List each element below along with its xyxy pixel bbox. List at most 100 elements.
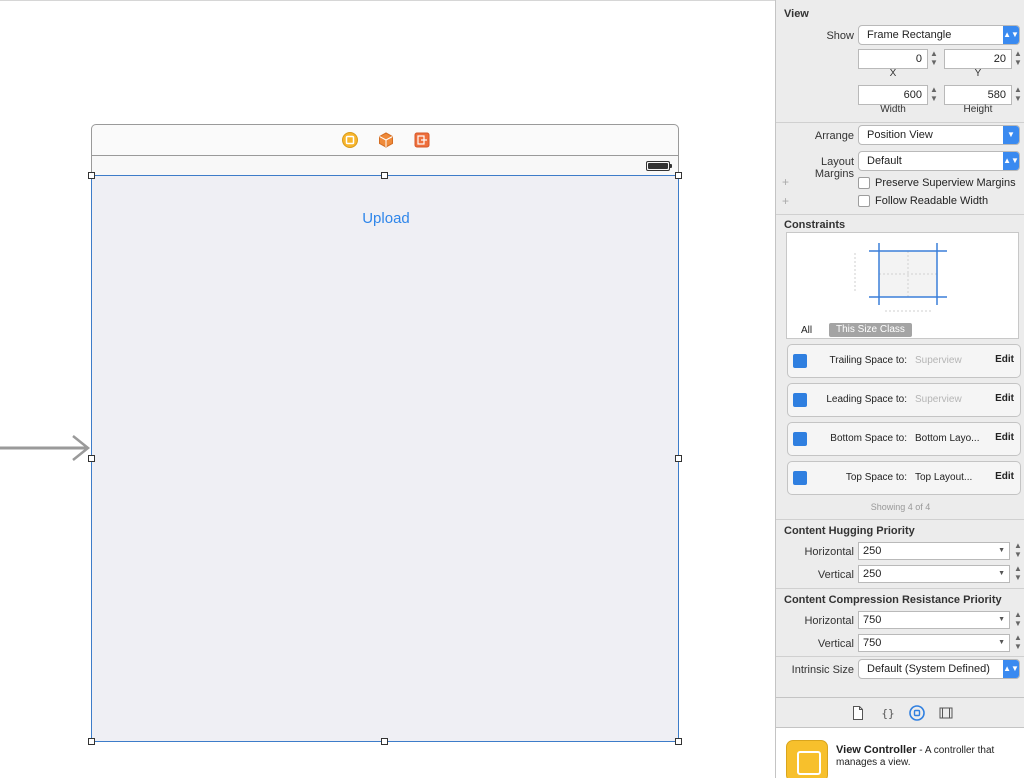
view-controller-scene[interactable]: Upload xyxy=(88,124,682,745)
constraint-label: Top Space to: xyxy=(845,472,907,483)
hugging-horizontal-stepper[interactable]: ▲ ▼ xyxy=(1013,541,1023,561)
resize-handle-right[interactable] xyxy=(675,455,682,462)
intrinsic-size-label: Intrinsic Size xyxy=(791,664,854,676)
resize-handle-top-left[interactable] xyxy=(88,172,95,179)
show-popup-value: Frame Rectangle xyxy=(867,29,952,41)
compression-horizontal-combo[interactable]: 750 ▼ xyxy=(858,611,1010,629)
width-stepper[interactable]: ▲ ▼ xyxy=(929,85,939,105)
hugging-vertical-combo[interactable]: 250 ▼ xyxy=(858,565,1010,583)
separator xyxy=(776,519,1024,520)
library-item-name: View Controller xyxy=(836,744,917,756)
arrange-popup[interactable]: Position View ▼ xyxy=(858,125,1020,145)
popup-arrows-icon: ▲▼ xyxy=(1003,26,1019,44)
compression-horizontal-stepper[interactable]: ▲ ▼ xyxy=(1013,610,1023,630)
view-section-title: View xyxy=(784,8,809,20)
constraints-section-title: Constraints xyxy=(784,219,846,231)
constraint-label: Leading Space to: xyxy=(826,394,907,405)
resize-handle-bottom[interactable] xyxy=(381,738,388,745)
preserve-margins-checkbox[interactable] xyxy=(858,177,870,189)
follow-readable-label: Follow Readable Width xyxy=(875,195,989,207)
hugging-section-title: Content Hugging Priority xyxy=(784,525,915,537)
chevron-down-icon: ▼ xyxy=(998,639,1005,646)
library-tab-bar: {} xyxy=(776,697,1024,727)
constraint-value: Superview xyxy=(915,394,962,405)
layout-margins-label: Layout Margins xyxy=(814,156,854,180)
hugging-vertical-label: Vertical xyxy=(817,569,854,581)
constraint-label: Trailing Space to: xyxy=(829,355,907,366)
arrange-label: Arrange xyxy=(814,130,854,142)
resize-handle-top-right[interactable] xyxy=(675,172,682,179)
first-responder-icon[interactable] xyxy=(378,132,394,148)
hugging-horizontal-combo[interactable]: 250 ▼ xyxy=(858,542,1010,560)
separator xyxy=(776,214,1024,215)
size-inspector: View Show Frame Rectangle ▲▼ 0 ▲ ▼ X 20 ▲… xyxy=(775,0,1024,778)
show-popup[interactable]: Frame Rectangle ▲▼ xyxy=(858,25,1020,45)
constraint-row-leading[interactable]: Leading Space to: Superview Edit xyxy=(787,383,1021,417)
tab-all[interactable]: All xyxy=(801,325,812,336)
width-field[interactable]: 600 xyxy=(858,85,928,105)
bottom-constraint-icon xyxy=(793,432,807,446)
constraint-value: Bottom Layo... xyxy=(915,433,980,444)
library-item-text: View Controller - A controller that mana… xyxy=(836,744,1021,769)
root-view[interactable]: Upload xyxy=(91,175,679,742)
plus-icon[interactable]: + xyxy=(782,175,789,189)
x-field[interactable]: 0 xyxy=(858,49,928,69)
hugging-horizontal-label: Horizontal xyxy=(804,546,854,558)
resize-handle-left[interactable] xyxy=(88,455,95,462)
object-library-item[interactable]: View Controller - A controller that mana… xyxy=(776,727,1024,778)
upload-button[interactable]: Upload xyxy=(92,210,680,227)
width-label: Width xyxy=(880,104,906,115)
compression-vertical-combo[interactable]: 750 ▼ xyxy=(858,634,1010,652)
hugging-vertical-stepper[interactable]: ▲ ▼ xyxy=(1013,564,1023,584)
plus-icon[interactable]: + xyxy=(782,194,789,208)
height-stepper[interactable]: ▲ ▼ xyxy=(1013,85,1023,105)
height-field[interactable]: 580 xyxy=(944,85,1012,105)
constraint-label: Bottom Space to: xyxy=(830,433,907,444)
constraint-edit-button[interactable]: Edit xyxy=(995,354,1014,365)
constraint-edit-button[interactable]: Edit xyxy=(995,393,1014,404)
constraint-row-trailing[interactable]: Trailing Space to: Superview Edit xyxy=(787,344,1021,378)
compression-vertical-value: 750 xyxy=(863,637,882,649)
arrange-popup-value: Position View xyxy=(867,129,933,141)
y-stepper[interactable]: ▲ ▼ xyxy=(1013,49,1023,69)
chevron-down-icon: ▼ xyxy=(998,570,1005,577)
battery-icon xyxy=(646,161,672,171)
tab-this-size-class[interactable]: This Size Class xyxy=(829,323,912,337)
y-field[interactable]: 20 xyxy=(944,49,1012,69)
object-library-icon[interactable] xyxy=(909,705,925,721)
resize-handle-bottom-right[interactable] xyxy=(675,738,682,745)
exit-icon[interactable] xyxy=(414,132,430,148)
constraints-diagram[interactable]: All This Size Class xyxy=(786,232,1019,339)
separator xyxy=(776,588,1024,589)
compression-horizontal-value: 750 xyxy=(863,614,882,626)
resize-handle-top[interactable] xyxy=(381,172,388,179)
hugging-vertical-value: 250 xyxy=(863,568,882,580)
scene-dock xyxy=(91,124,679,155)
constraints-count: Showing 4 of 4 xyxy=(870,502,931,512)
media-library-icon[interactable] xyxy=(938,705,954,721)
constraints-diagram-icon xyxy=(854,243,947,312)
constraint-edit-button[interactable]: Edit xyxy=(995,432,1014,443)
intrinsic-size-popup[interactable]: Default (System Defined) ▲▼ xyxy=(858,659,1020,679)
layout-margins-popup[interactable]: Default ▲▼ xyxy=(858,151,1020,171)
x-stepper[interactable]: ▲ ▼ xyxy=(929,49,939,69)
y-label: Y xyxy=(974,68,982,79)
constraint-row-top[interactable]: Top Space to: Top Layout... Edit xyxy=(787,461,1021,495)
constraint-row-bottom[interactable]: Bottom Space to: Bottom Layo... Edit xyxy=(787,422,1021,456)
constraint-value: Superview xyxy=(915,355,962,366)
resize-handle-bottom-left[interactable] xyxy=(88,738,95,745)
code-snippet-icon[interactable]: {} xyxy=(880,705,896,721)
compression-vertical-stepper[interactable]: ▲ ▼ xyxy=(1013,633,1023,653)
follow-readable-checkbox[interactable] xyxy=(858,195,870,207)
view-controller-icon[interactable] xyxy=(342,132,358,148)
entry-point-arrow[interactable] xyxy=(0,434,95,464)
preserve-margins-label: Preserve Superview Margins xyxy=(875,177,1016,189)
height-label: Height xyxy=(963,104,993,115)
compression-section-title: Content Compression Resistance Priority xyxy=(784,594,1002,606)
constraint-edit-button[interactable]: Edit xyxy=(995,471,1014,482)
layout-margins-popup-value: Default xyxy=(867,155,902,167)
top-constraint-icon xyxy=(793,471,807,485)
x-label: X xyxy=(889,68,897,79)
file-template-icon[interactable] xyxy=(850,705,866,721)
storyboard-canvas[interactable]: Upload xyxy=(0,0,775,778)
